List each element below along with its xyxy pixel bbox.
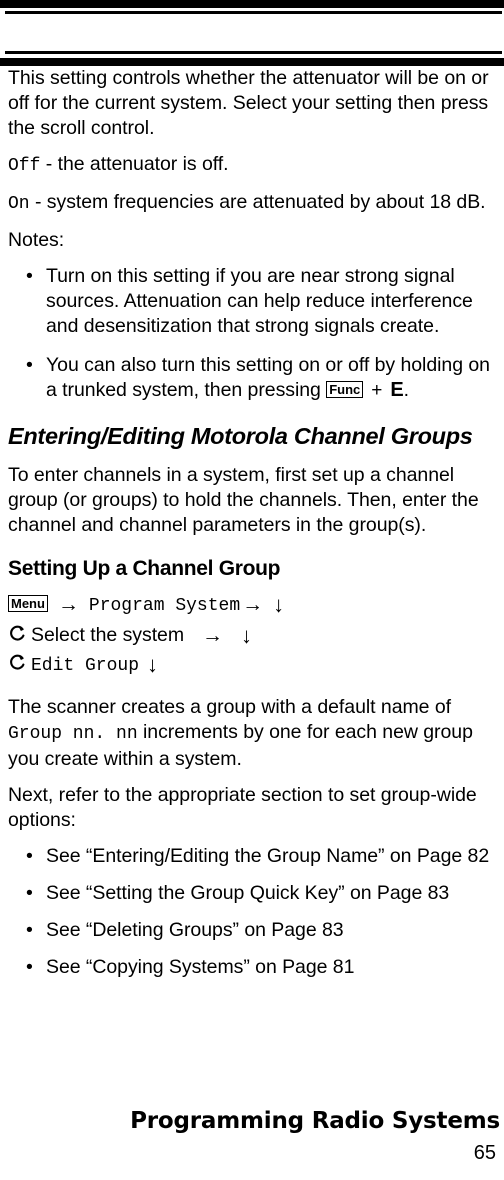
page-content: This setting controls whether the attenu…: [0, 66, 504, 992]
bullet-icon: •: [26, 919, 33, 941]
note-item-text-after: .: [403, 379, 409, 401]
page-number: 65: [473, 1142, 496, 1164]
option-off-description: - the attenuator is off.: [40, 153, 229, 175]
option-on-description: - system frequencies are attenuated by a…: [29, 191, 486, 213]
list-item: • See “Entering/Editing the Group Name” …: [8, 844, 496, 869]
note-item: • You can also turn this setting on or o…: [8, 353, 496, 403]
notes-label: Notes:: [8, 229, 65, 251]
scroll-control-icon: [8, 653, 27, 674]
arrow-right-icon: →: [57, 593, 79, 616]
func-key-badge: Func: [326, 381, 364, 398]
option-on-line: On - system frequencies are attenuated b…: [8, 190, 496, 217]
intro-paragraph: This setting controls whether the attenu…: [8, 67, 489, 139]
page-subsection-heading: Setting Up a Channel Group: [8, 557, 281, 580]
header-rule-thick-bottom: [0, 58, 504, 66]
list-item: • See “Deleting Groups” on Page 83: [8, 918, 496, 943]
bullet-icon: •: [26, 956, 33, 978]
note-item: • Turn on this setting if you are near s…: [8, 264, 496, 339]
plus-symbol: +: [371, 380, 383, 401]
header-rule-thick-top: [0, 0, 504, 8]
note-item-text: Turn on this setting if you are near str…: [46, 265, 473, 337]
arrow-right-icon: →: [202, 624, 223, 647]
default-group-name-value: Group nn. nn: [8, 724, 138, 744]
list-item: • See “Setting the Group Quick Key” on P…: [8, 881, 496, 906]
option-off-line: Off - the attenuator is off.: [8, 152, 496, 179]
note-item-text-before: You can also turn this setting on or off…: [46, 354, 490, 401]
reference-link-deleting-groups[interactable]: See “Deleting Groups” on Page 83: [46, 919, 344, 941]
reference-link-group-name[interactable]: See “Entering/Editing the Group Name” on…: [46, 845, 489, 867]
next-steps-paragraph: Next, refer to the appropriate section t…: [8, 784, 477, 831]
menu-navigation-path: Menu → Program System→ ↓ Select the system →…: [8, 590, 496, 681]
reference-list: • See “Entering/Editing the Group Name” …: [8, 844, 496, 980]
bullet-icon: •: [26, 354, 33, 376]
option-off-value: Off: [8, 156, 41, 176]
nav-step-1: Menu → Program System→ ↓: [8, 590, 496, 621]
page-footer: Programming Radio Systems 65: [0, 1108, 504, 1164]
bullet-icon: •: [26, 882, 33, 904]
reference-link-copying-systems[interactable]: See “Copying Systems” on Page 81: [46, 956, 354, 978]
e-key-label: E: [390, 379, 404, 401]
nav-step-2: Select the system → ↓: [8, 621, 496, 650]
default-name-text-before: The scanner creates a group with a defau…: [8, 696, 452, 718]
reference-link-group-quick-key[interactable]: See “Setting the Group Quick Key” on Pag…: [46, 882, 449, 904]
arrow-down-icon: ↓: [147, 652, 158, 677]
notes-list: • Turn on this setting if you are near s…: [8, 264, 496, 403]
option-on-value: On: [8, 194, 30, 214]
nav-menu-item-program-system[interactable]: Program System: [89, 596, 240, 616]
section-paragraph: To enter channels in a system, first set…: [8, 464, 479, 536]
page-section-heading: Entering/Editing Motorola Channel Groups: [8, 423, 473, 449]
menu-key-badge[interactable]: Menu: [8, 595, 48, 612]
footer-chapter-title: Programming Radio Systems: [130, 1108, 500, 1134]
scroll-control-icon: [8, 624, 27, 645]
list-item: • See “Copying Systems” on Page 81: [8, 955, 496, 980]
default-group-name-paragraph: The scanner creates a group with a defau…: [8, 695, 496, 772]
nav-step-3: Edit Group ↓: [8, 650, 496, 681]
arrow-right-icon: →: [242, 593, 264, 616]
arrow-down-icon: ↓: [241, 623, 252, 648]
bullet-icon: •: [26, 845, 33, 867]
nav-step-2-label[interactable]: Select the system: [31, 624, 184, 646]
nav-menu-item-edit-group[interactable]: Edit Group: [31, 656, 139, 676]
header-rule-thin-lower: [5, 51, 502, 54]
arrow-down-icon: ↓: [273, 592, 285, 617]
bullet-icon: •: [26, 265, 33, 287]
header-rule-thin-upper: [5, 11, 502, 14]
